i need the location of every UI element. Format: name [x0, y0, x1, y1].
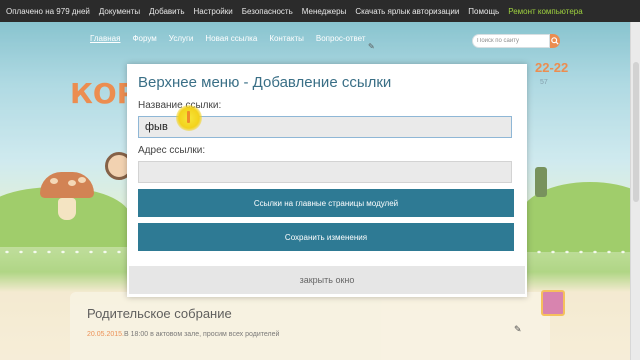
admin-item-add[interactable]: Добавить: [149, 7, 184, 16]
admin-item-security[interactable]: Безопасность: [242, 7, 293, 16]
admin-item-documents[interactable]: Документы: [99, 7, 140, 16]
admin-toolbar: Оплачено на 979 дней Документы Добавить …: [0, 0, 640, 22]
link-name-input[interactable]: [138, 116, 512, 138]
save-changes-button[interactable]: Сохранить изменения: [138, 223, 514, 251]
link-name-label: Название ссылки:: [138, 100, 222, 111]
admin-item-settings[interactable]: Настройки: [193, 7, 232, 16]
admin-item-download-shortcut[interactable]: Скачать ярлык авторизации: [355, 7, 459, 16]
admin-item-managers[interactable]: Менеджеры: [302, 7, 347, 16]
add-link-dialog: Верхнее меню - Добавление ссылки Названи…: [127, 64, 527, 297]
module-links-button[interactable]: Ссылки на главные страницы модулей: [138, 189, 514, 217]
link-url-label: Адрес ссылки:: [138, 145, 206, 156]
admin-item-computer-repair[interactable]: Ремонт компьютера: [508, 7, 582, 16]
dialog-title: Верхнее меню - Добавление ссылки: [138, 74, 392, 91]
link-url-input[interactable]: [138, 161, 512, 183]
close-dialog-button[interactable]: закрыть окно: [129, 266, 525, 294]
admin-item-help[interactable]: Помощь: [468, 7, 499, 16]
admin-item-paid-days[interactable]: Оплачено на 979 дней: [6, 7, 90, 16]
